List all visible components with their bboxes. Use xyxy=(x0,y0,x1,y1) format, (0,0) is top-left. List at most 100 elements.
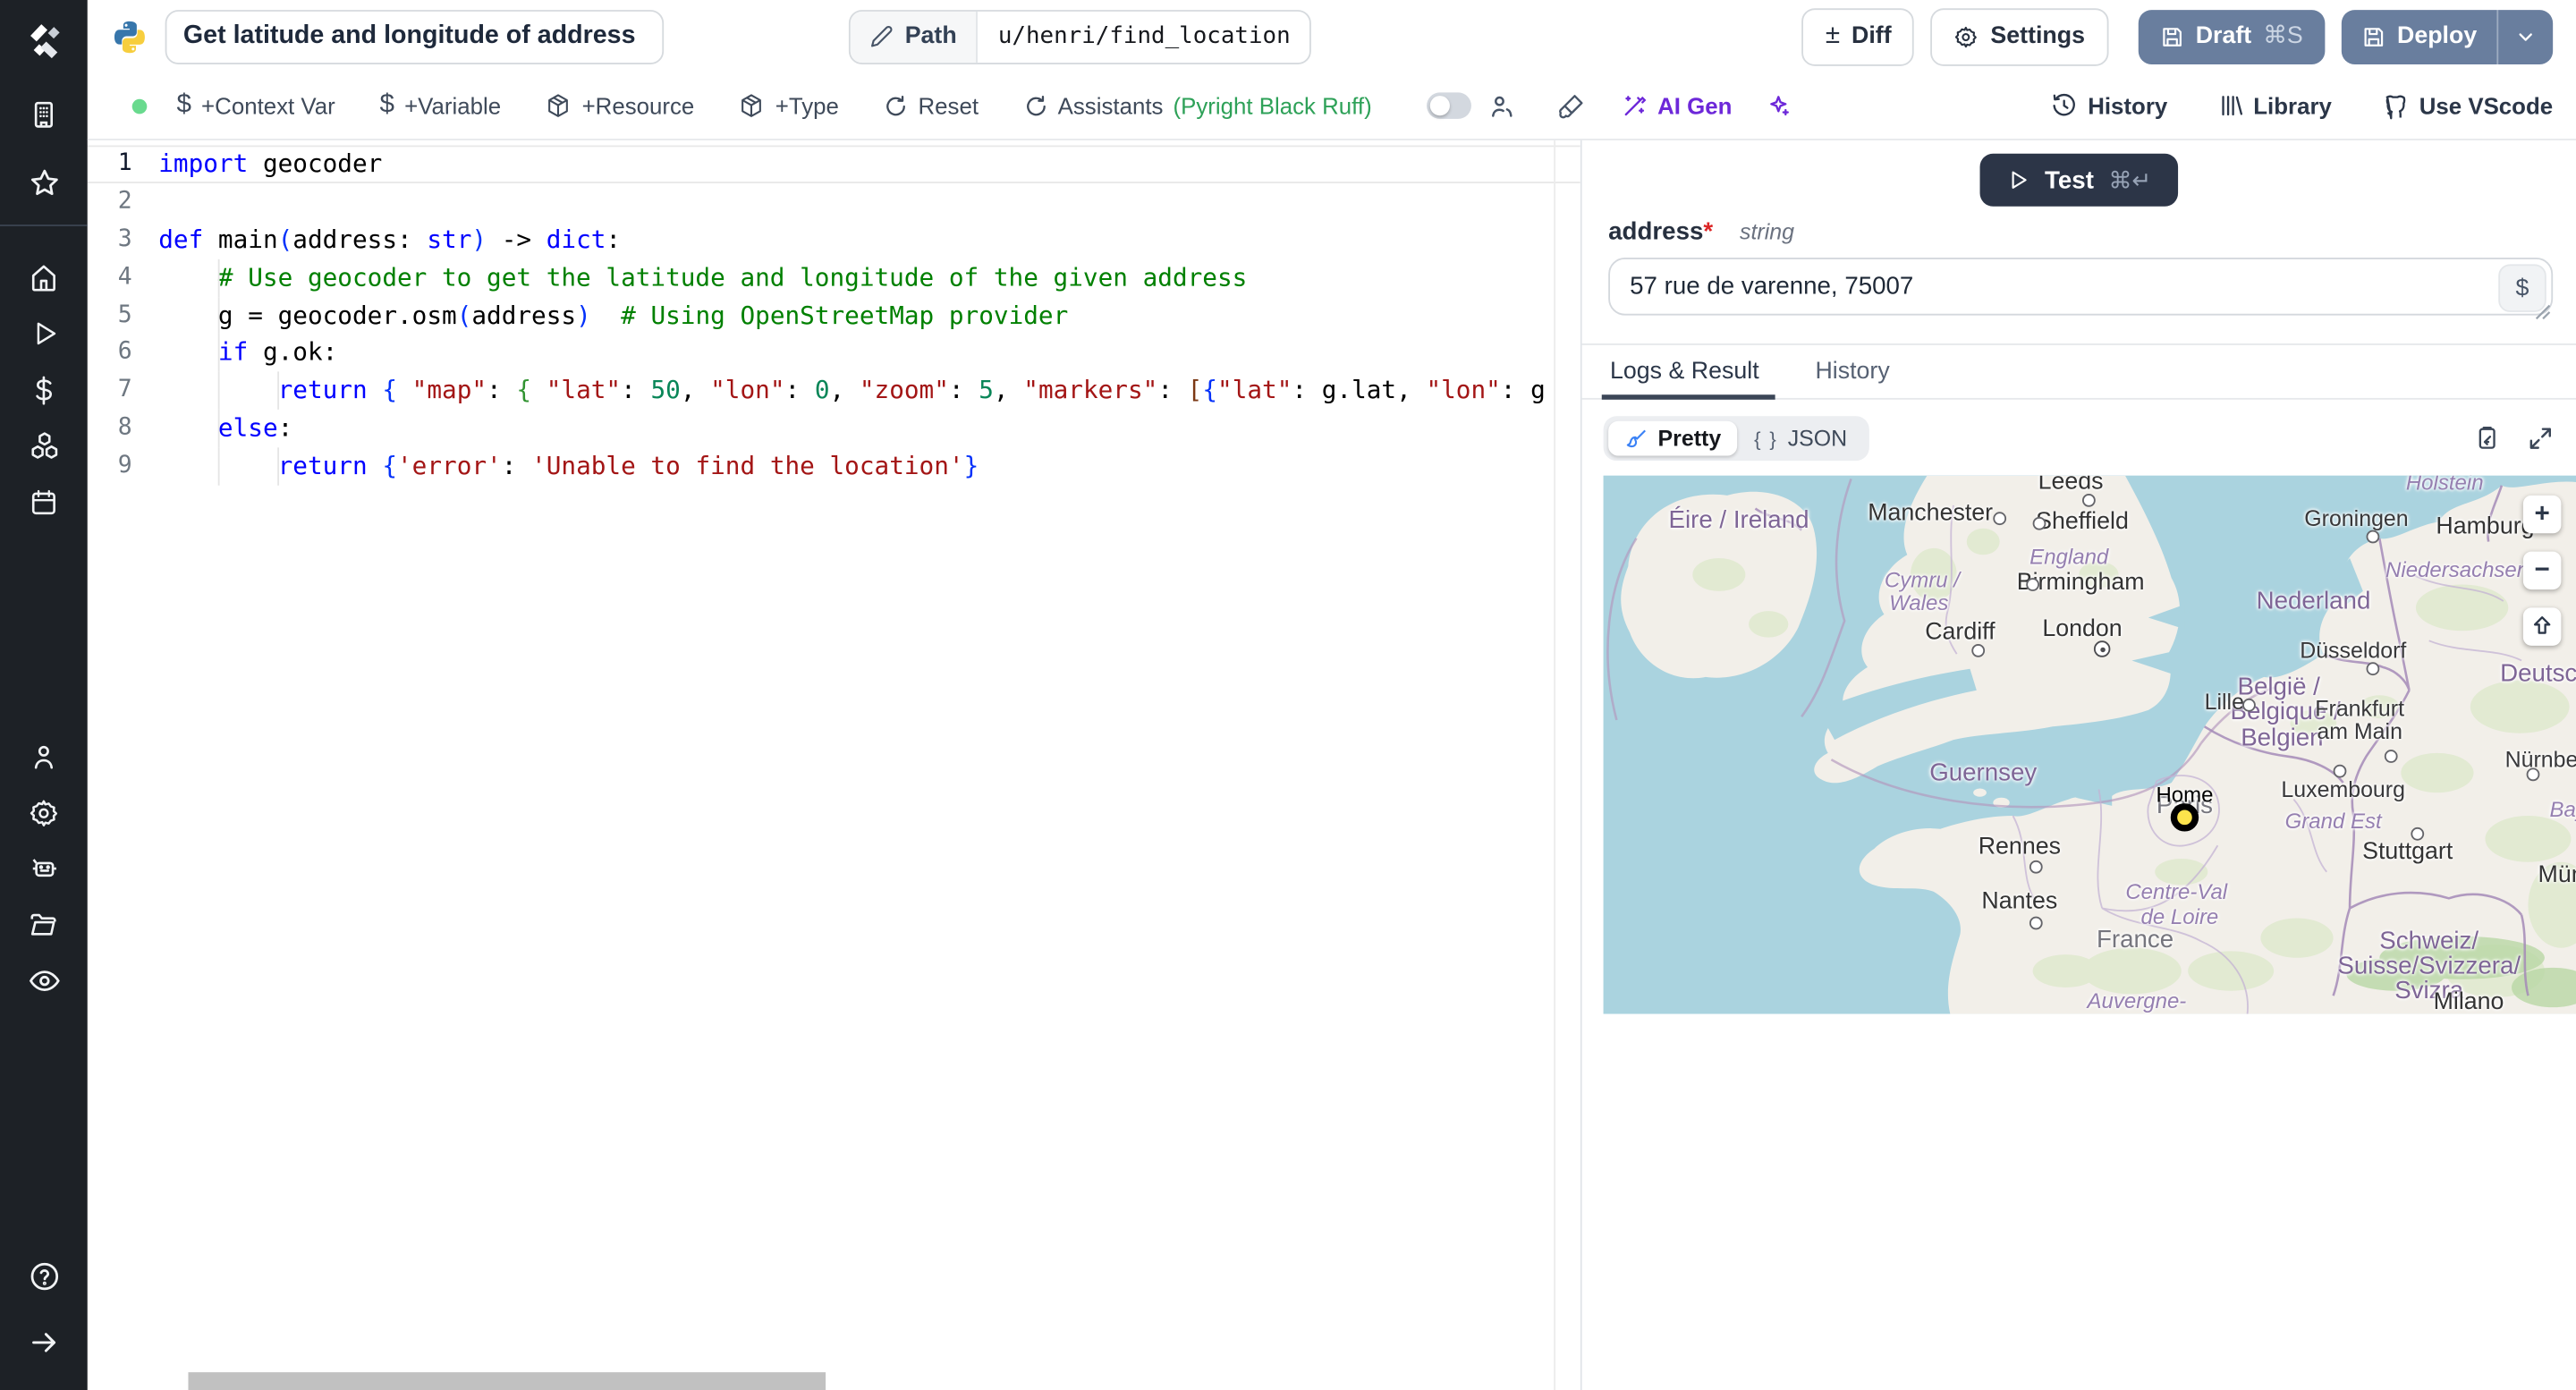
status-dot xyxy=(131,97,148,114)
diff-icon: ± xyxy=(1825,21,1841,50)
reload-icon xyxy=(1023,93,1048,118)
python-icon xyxy=(111,17,148,55)
map-city-dot xyxy=(1993,512,2007,526)
collapse-arrow-icon[interactable] xyxy=(0,1315,88,1371)
save-icon xyxy=(2360,24,2385,49)
refresh-icon xyxy=(884,93,909,118)
settings-gear-icon[interactable] xyxy=(0,784,88,841)
add-type-button[interactable]: +Type xyxy=(739,92,839,119)
favorites-star-icon[interactable] xyxy=(0,156,88,212)
map-marker-label: Home xyxy=(2156,782,2214,807)
dollar-icon: $ xyxy=(379,90,394,119)
code-line[interactable]: 1 import geocoder xyxy=(88,145,1580,182)
help-icon[interactable] xyxy=(0,1249,88,1305)
argument-type: string xyxy=(1740,219,1794,245)
map-city-dot xyxy=(2526,767,2540,782)
draft-button[interactable]: Draft ⌘S xyxy=(2138,9,2325,64)
history-button[interactable]: History xyxy=(2052,92,2167,119)
resize-handle[interactable] xyxy=(2535,304,2551,320)
test-button[interactable]: Test ⌘↵ xyxy=(1980,153,2178,207)
tab-history[interactable]: History xyxy=(1812,345,1894,398)
top-header: Path u/henri/find_location ± Diff Settin… xyxy=(87,0,2576,73)
vscode-cat-icon xyxy=(2381,91,2409,119)
format-brush-icon[interactable] xyxy=(1556,91,1584,119)
tab-logs-result[interactable]: Logs & Result xyxy=(1601,345,1776,400)
diff-button[interactable]: ± Diff xyxy=(1802,7,1915,65)
gear-icon xyxy=(1954,24,1979,49)
path-label[interactable]: Path xyxy=(850,11,979,63)
map-reset-view-button[interactable] xyxy=(2522,607,2562,646)
use-vscode-button[interactable]: Use VScode xyxy=(2381,91,2553,119)
editor-scroll-edge xyxy=(1554,140,1556,1390)
play-icon xyxy=(2007,168,2030,191)
add-variable-button[interactable]: $ +Variable xyxy=(380,91,502,121)
library-button[interactable]: Library xyxy=(2217,92,2332,119)
code-line[interactable]: 2 xyxy=(88,183,1580,221)
reset-button[interactable]: Reset xyxy=(884,92,979,119)
line-number: 7 xyxy=(117,377,132,404)
sparkles-icon[interactable] xyxy=(1765,92,1792,119)
code-line[interactable]: 5 g = geocoder.osm(address) # Using Open… xyxy=(88,296,1580,335)
add-resource-button[interactable]: +Resource xyxy=(546,92,694,119)
line-number: 1 xyxy=(117,150,132,177)
map-canvas xyxy=(1603,475,2576,1014)
ai-gen-button[interactable]: AI Gen xyxy=(1621,92,1732,119)
deploy-button[interactable]: Deploy xyxy=(2341,9,2554,64)
pretty-view-button[interactable]: Pretty xyxy=(1608,420,1738,456)
workspace-building-icon[interactable] xyxy=(0,86,88,142)
assistants-status: (Pyright Black Ruff) xyxy=(1173,92,1372,119)
horizontal-scrollbar-thumb[interactable] xyxy=(188,1372,826,1390)
deploy-dropdown-button[interactable] xyxy=(2496,9,2553,64)
schedules-calendar-icon[interactable] xyxy=(0,474,88,530)
code-line[interactable]: 7 return { "map": { "lat": 50, "lon": 0,… xyxy=(88,372,1580,411)
result-map[interactable]: Éire / Ireland England Cymru / Wales Holstei… xyxy=(1603,475,2576,1014)
multiplayer-toggle[interactable] xyxy=(1426,92,1471,119)
wand-icon xyxy=(1621,92,1648,119)
code-line[interactable]: 9 return {'error': 'Unable to find the l… xyxy=(88,447,1580,486)
sidebar-divider xyxy=(0,225,88,226)
json-view-button[interactable]: { } JSON xyxy=(1738,421,1864,456)
runs-play-icon[interactable] xyxy=(0,306,88,362)
code-line[interactable]: 4 # Use geocoder to get the latitude and… xyxy=(88,259,1580,297)
code-line[interactable]: 3 def main(address: str) -> dict: xyxy=(88,221,1580,259)
code-line[interactable]: 8 else: xyxy=(88,410,1580,448)
brush-icon xyxy=(1625,427,1648,450)
required-asterisk: * xyxy=(1703,217,1714,247)
workers-robot-icon[interactable] xyxy=(0,841,88,897)
library-icon xyxy=(2217,92,2244,119)
user-icon[interactable] xyxy=(0,728,88,784)
editor-toolbar: $ +Context Var $ +Variable +Resource +Type… xyxy=(87,72,2576,140)
map-city-dot xyxy=(2029,860,2043,874)
resources-boxes-icon[interactable] xyxy=(0,418,88,474)
settings-button[interactable]: Settings xyxy=(1930,7,2108,65)
audit-eye-icon[interactable] xyxy=(0,953,88,1009)
expand-result-button[interactable] xyxy=(2527,424,2555,452)
add-context-var-button[interactable]: $ +Context Var xyxy=(177,91,335,121)
argument-section: address* string $ xyxy=(1582,207,2576,320)
map-city-dot xyxy=(2082,494,2096,507)
view-mode-switch: Pretty { } JSON xyxy=(1603,416,1869,462)
draft-shortcut: ⌘S xyxy=(2263,22,2303,50)
windmill-logo-icon[interactable] xyxy=(22,20,65,63)
assistants-button[interactable]: Assistants (Pyright Black Ruff) xyxy=(1023,92,1372,119)
folders-icon[interactable] xyxy=(0,896,88,953)
map-city-dot xyxy=(2242,698,2256,712)
map-marker-home[interactable] xyxy=(2170,803,2199,832)
path-editor[interactable]: Path u/henri/find_location xyxy=(848,9,1312,64)
home-icon[interactable] xyxy=(0,250,88,306)
map-city-dot xyxy=(2384,750,2398,763)
line-number: 4 xyxy=(117,263,132,291)
line-number: 9 xyxy=(117,453,132,479)
variables-dollar-icon[interactable] xyxy=(0,361,88,418)
map-city-dot xyxy=(2411,826,2425,841)
multiplayer-user-icon[interactable] xyxy=(1487,91,1515,119)
copy-result-button[interactable] xyxy=(2472,424,2500,452)
address-input[interactable] xyxy=(1608,258,2554,316)
map-zoom-out-button[interactable]: − xyxy=(2522,551,2562,590)
app-window: Path u/henri/find_location ± Diff Settin… xyxy=(0,0,2576,1390)
code-editor[interactable]: 1 import geocoder 2 3 def main(address: str)… xyxy=(87,140,1580,1390)
code-line[interactable]: 6 if g.ok: xyxy=(88,334,1580,373)
script-title-input[interactable] xyxy=(165,9,665,64)
map-zoom-in-button[interactable]: + xyxy=(2522,495,2562,534)
line-number: 3 xyxy=(117,225,132,253)
